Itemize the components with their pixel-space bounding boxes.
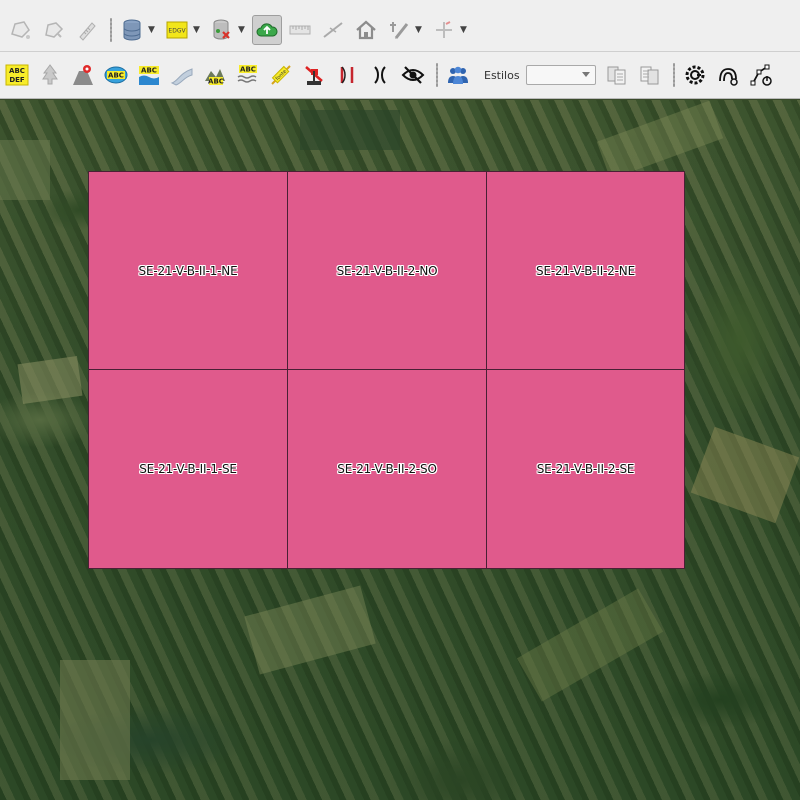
grid-cell-label: SE-21-V-B-II-1-SE bbox=[139, 462, 237, 476]
road-pin-icon[interactable] bbox=[68, 60, 98, 90]
toolbar-separator bbox=[436, 63, 438, 87]
grid-cell-label: SE-21-V-B-II-2-NO bbox=[336, 263, 438, 278]
abc-text: ABC bbox=[240, 66, 256, 74]
chevron-down-icon bbox=[581, 72, 590, 77]
edgv-icon-text: EDGV bbox=[168, 27, 186, 34]
home-icon[interactable] bbox=[351, 15, 381, 45]
grid-cell[interactable]: SE-21-V-B-II-2-SO bbox=[287, 369, 487, 569]
edit-vertex-icon[interactable] bbox=[384, 15, 414, 45]
paste-style-icon[interactable] bbox=[635, 60, 665, 90]
toolbar-row-1: ▼ EDGV ▼ ▼ ▼ ▼ bbox=[0, 8, 800, 52]
eye-hidden-icon[interactable] bbox=[398, 60, 428, 90]
grid-cell-label: SE-21-V-B-II-1-NE bbox=[138, 263, 238, 278]
toolbar-separator bbox=[110, 17, 112, 42]
label-abc-terrain-icon[interactable]: ABC bbox=[200, 60, 230, 90]
cloud-upload-icon[interactable] bbox=[252, 14, 282, 45]
def-text: DEF bbox=[9, 76, 25, 84]
database-delete-icon[interactable] bbox=[207, 15, 237, 45]
users-icon[interactable] bbox=[443, 60, 473, 90]
chevron-down-icon[interactable]: ▼ bbox=[238, 25, 246, 35]
grid-cell[interactable]: SE-21-V-B-II-2-NE bbox=[486, 171, 685, 370]
vertex-power-icon[interactable] bbox=[746, 60, 776, 90]
gear-settings-icon[interactable] bbox=[680, 60, 710, 90]
database-icon[interactable] bbox=[117, 15, 147, 45]
abc-text: ABC bbox=[108, 72, 124, 80]
styles-label: Estilos bbox=[484, 68, 520, 82]
digitize-polygon-icon[interactable] bbox=[6, 15, 36, 45]
label-abc-def-icon[interactable]: ABC DEF bbox=[2, 60, 32, 90]
grid-cell[interactable]: SE-21-V-B-II-2-NO bbox=[287, 171, 487, 370]
label-abc-wave-icon[interactable]: ABC bbox=[233, 60, 263, 90]
toolbar-row-2: ABC DEF ABC ABC ABC ABC fonte Estilos bbox=[0, 52, 800, 99]
abc-text: ABC bbox=[208, 78, 224, 86]
inward-arrows-icon[interactable] bbox=[332, 60, 362, 90]
label-abc-circle-icon[interactable]: ABC bbox=[101, 60, 131, 90]
chevron-down-icon[interactable]: ▼ bbox=[415, 25, 423, 35]
ruler-angle-icon[interactable] bbox=[72, 15, 102, 45]
remove-label-icon[interactable] bbox=[299, 60, 329, 90]
styles-combobox[interactable] bbox=[525, 65, 596, 85]
grid-cell-label: SE-21-V-B-II-2-SE bbox=[536, 462, 635, 476]
abc-text: ABC bbox=[9, 67, 25, 75]
curve-arrows-icon[interactable] bbox=[365, 60, 395, 90]
edgv-icon[interactable]: EDGV bbox=[162, 15, 192, 45]
label-fonte-icon[interactable]: fonte bbox=[266, 60, 296, 90]
grid-cell-label: SE-21-V-B-II-2-SO bbox=[337, 462, 437, 476]
grid-cell[interactable]: SE-21-V-B-II-1-SE bbox=[88, 369, 288, 569]
chevron-down-icon[interactable]: ▼ bbox=[460, 25, 468, 35]
toolbar-separator bbox=[672, 63, 675, 87]
grid-cell[interactable]: SE-21-V-B-II-1-NE bbox=[88, 171, 288, 370]
abc-text: ABC bbox=[141, 67, 157, 75]
grid-cell-label: SE-21-V-B-II-2-NE bbox=[536, 263, 635, 278]
chevron-down-icon[interactable]: ▼ bbox=[148, 25, 156, 35]
copy-style-icon[interactable] bbox=[602, 60, 632, 90]
ruler-icon[interactable] bbox=[285, 15, 315, 45]
map-canvas[interactable]: SE-21-V-B-II-1-NE SE-21-V-B-II-2-NO SE-2… bbox=[0, 100, 800, 800]
split-line-icon[interactable] bbox=[429, 15, 459, 45]
digitize-polygon-2-icon[interactable] bbox=[39, 15, 69, 45]
measure-angle-icon[interactable] bbox=[318, 15, 348, 45]
river-shape-icon[interactable] bbox=[167, 60, 197, 90]
fingerprint-gear-icon[interactable] bbox=[713, 60, 743, 90]
label-abc-water-icon[interactable]: ABC bbox=[134, 60, 164, 90]
tree-icon[interactable] bbox=[35, 60, 65, 90]
grid-cell[interactable]: SE-21-V-B-II-2-SE bbox=[486, 369, 685, 569]
chevron-down-icon[interactable]: ▼ bbox=[193, 25, 201, 35]
